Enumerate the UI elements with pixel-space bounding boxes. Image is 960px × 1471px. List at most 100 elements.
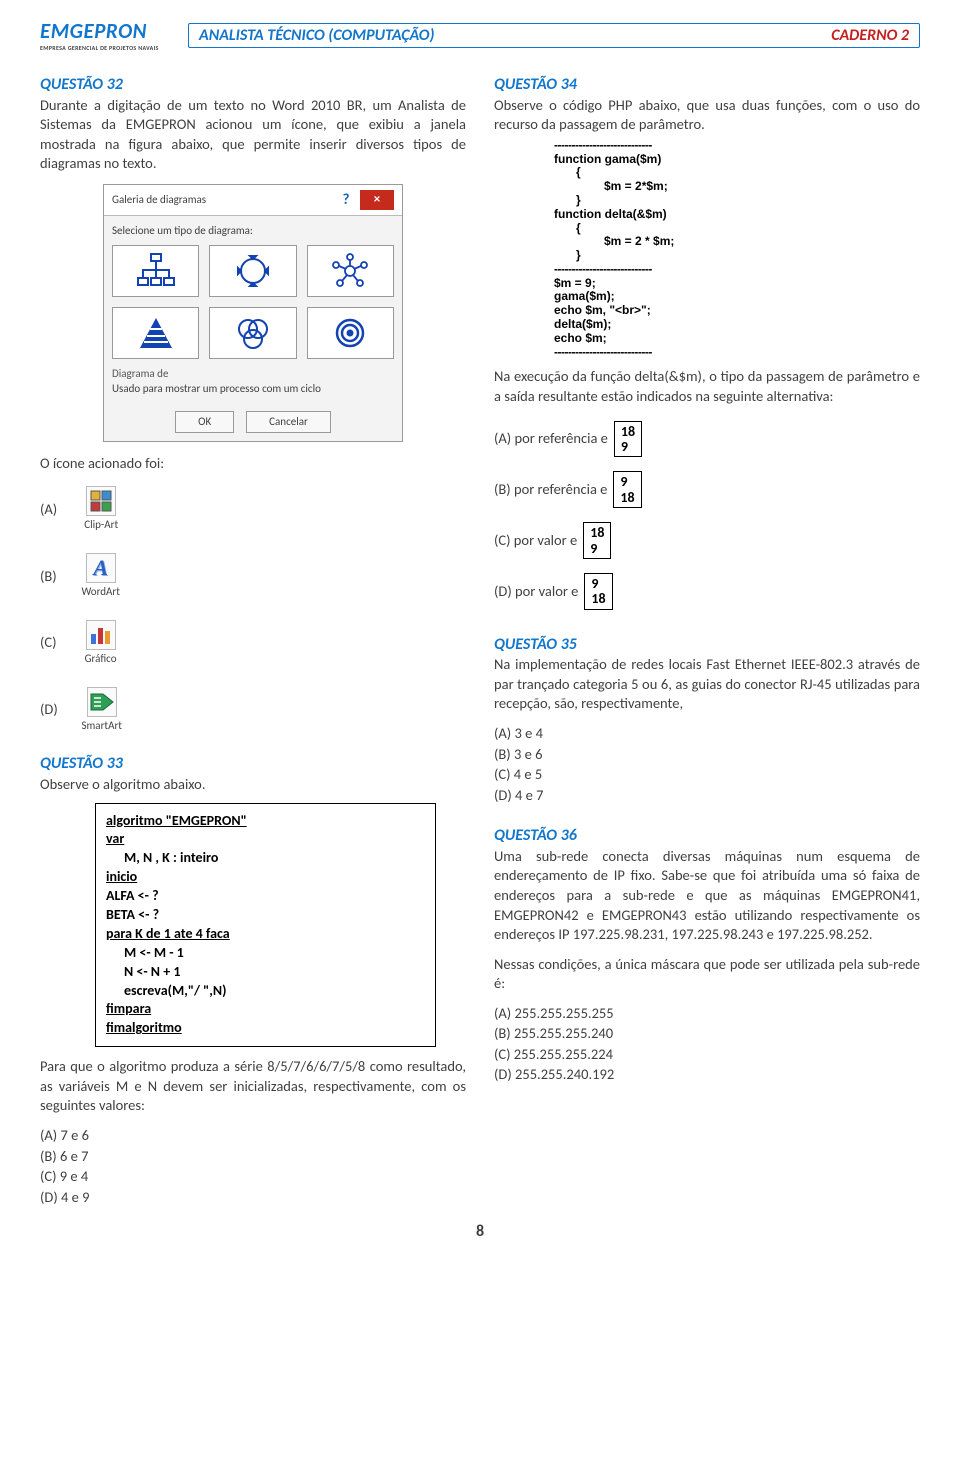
dialog-title: Galeria de diagramas <box>112 193 206 208</box>
q32-after: O ícone acionado foi: <box>40 454 466 474</box>
code-line: $m = 2 * $m; <box>554 235 920 249</box>
columns: QUESTÃO 32 Durante a digitação de um tex… <box>40 64 920 1208</box>
algo-line: ALFA <- ? <box>106 887 425 906</box>
algo-line: fimalgoritmo <box>106 1019 182 1036</box>
dialog-desc-text: Usado para mostrar um processo com um ci… <box>112 382 394 397</box>
q33-option-b: (B) 6 e 7 <box>40 1147 466 1167</box>
code-line: $m = 2*$m; <box>554 180 920 194</box>
q33-prompt: Observe o algoritmo abaixo. <box>40 775 466 795</box>
option-text: (C) por valor e <box>494 531 577 551</box>
code-line: echo $m; <box>554 332 920 346</box>
q35-option-a: (A) 3 e 4 <box>494 724 920 744</box>
chart-icon <box>86 620 116 650</box>
code-line: } <box>554 249 920 263</box>
q32-option-c: (C) Gráfico <box>40 620 466 667</box>
q32-prompt: Durante a digitação de um texto no Word … <box>40 96 466 174</box>
diagram-org-chart-icon[interactable] <box>112 245 199 297</box>
q36-title: QUESTÃO 36 <box>494 825 920 847</box>
diagram-venn-icon[interactable] <box>209 307 296 359</box>
diagram-grid <box>112 245 394 359</box>
exam-page: EMGEPRON EMPRESA GERENCIAL DE PROJETOS N… <box>0 0 960 1259</box>
logo-subtitle: EMPRESA GERENCIAL DE PROJETOS NAVAIS <box>40 44 180 52</box>
q36-option-c: (C) 255.255.255.224 <box>494 1045 920 1065</box>
q35-title: QUESTÃO 35 <box>494 634 920 656</box>
option-icon-label: WordArt <box>67 585 135 600</box>
option-icon-label: SmartArt <box>68 719 136 734</box>
code-line: { <box>554 222 920 236</box>
algo-line: M <- M - 1 <box>106 944 425 963</box>
algo-line: var <box>106 830 124 847</box>
page-header: EMGEPRON EMPRESA GERENCIAL DE PROJETOS N… <box>40 18 920 52</box>
dialog-desc-label: Diagrama de <box>112 367 394 382</box>
q34-option-c: (C) por valor e 189 <box>494 522 920 559</box>
q34-after: Na execução da função delta(&$m), o tipo… <box>494 367 920 406</box>
q36-options: (A) 255.255.255.255 (B) 255.255.255.240 … <box>494 1004 920 1085</box>
left-column: QUESTÃO 32 Durante a digitação de um tex… <box>40 64 466 1208</box>
option-text: (A) por referência e <box>494 429 608 449</box>
code-line: delta($m); <box>554 318 920 332</box>
booklet-label: CADERNO 2 <box>831 26 909 45</box>
result-box: 189 <box>614 421 642 458</box>
code-line: function gama($m) <box>554 153 920 167</box>
q36-option-d: (D) 255.255.240.192 <box>494 1065 920 1085</box>
result-box: 918 <box>584 573 612 610</box>
diagram-target-icon[interactable] <box>307 307 394 359</box>
q33-title: QUESTÃO 33 <box>40 753 466 775</box>
logo: EMGEPRON EMPRESA GERENCIAL DE PROJETOS N… <box>40 18 180 52</box>
algo-line: BETA <- ? <box>106 906 425 925</box>
help-icon[interactable]: ? <box>336 190 356 210</box>
code-line: function delta(&$m) <box>554 208 920 222</box>
option-letter: (D) <box>40 700 58 720</box>
q35-option-c: (C) 4 e 5 <box>494 765 920 785</box>
code-line: } <box>554 194 920 208</box>
algo-line: fimpara <box>106 1000 151 1017</box>
clipart-icon <box>86 486 116 516</box>
dialog-titlebar: Galeria de diagramas ? × <box>104 185 402 216</box>
wordart-icon: A <box>86 553 116 583</box>
q33-after: Para que o algoritmo produza a série 8/5… <box>40 1057 466 1116</box>
q33-algorithm: algoritmo "EMGEPRON" var M, N , K : inte… <box>95 803 436 1048</box>
code-dash: ---------------------------- <box>554 263 920 277</box>
q32-option-a: (A) Clip-Art <box>40 486 466 533</box>
diagram-radial-icon[interactable] <box>307 245 394 297</box>
logo-title: EMGEPRON <box>40 18 180 44</box>
result-box: 918 <box>613 471 641 508</box>
q32-title: QUESTÃO 32 <box>40 74 466 96</box>
code-dash: ---------------------------- <box>554 139 920 153</box>
q34-option-b: (B) por referência e 918 <box>494 471 920 508</box>
result-box: 189 <box>583 522 611 559</box>
option-letter: (B) <box>40 567 57 587</box>
q34-code: ---------------------------- function ga… <box>554 139 920 360</box>
option-icon-label: Clip-Art <box>67 518 135 533</box>
option-letter: (A) <box>40 500 57 520</box>
q36-after: Nessas condições, a única máscara que po… <box>494 955 920 994</box>
q34-prompt: Observe o código PHP abaixo, que usa dua… <box>494 96 920 135</box>
dialog-buttons: OK Cancelar <box>104 405 402 442</box>
cancel-button[interactable]: Cancelar <box>246 411 331 434</box>
algo-line: algoritmo "EMGEPRON" <box>106 812 247 829</box>
q35-options: (A) 3 e 4 (B) 3 e 6 (C) 4 e 5 (D) 4 e 7 <box>494 724 920 805</box>
close-icon[interactable]: × <box>360 190 394 210</box>
q33-option-d: (D) 4 e 9 <box>40 1188 466 1208</box>
q35-prompt: Na implementação de redes locais Fast Et… <box>494 655 920 714</box>
code-line: echo $m, "<br>"; <box>554 304 920 318</box>
dialog-select-label: Selecione um tipo de diagrama: <box>112 224 394 239</box>
q36-prompt: Uma sub-rede conecta diversas máquinas n… <box>494 847 920 945</box>
q33-option-a: (A) 7 e 6 <box>40 1126 466 1146</box>
algo-line: N <- N + 1 <box>106 963 425 982</box>
title-bar: ANALISTA TÉCNICO (COMPUTAÇÃO) CADERNO 2 <box>188 23 920 48</box>
diagram-gallery-dialog: Galeria de diagramas ? × Selecione um ti… <box>103 184 403 443</box>
diagram-pyramid-icon[interactable] <box>112 307 199 359</box>
dialog-body: Selecione um tipo de diagrama: <box>104 216 402 405</box>
code-line: { <box>554 166 920 180</box>
code-line: gama($m); <box>554 290 920 304</box>
algo-line: para K de 1 ate 4 faca <box>106 925 230 942</box>
algo-line: escreva(M,"/ ",N) <box>106 982 425 1001</box>
ok-button[interactable]: OK <box>175 411 234 434</box>
q32-option-d: (D) SmartArt <box>40 687 466 734</box>
option-text: (B) por referência e <box>494 480 607 500</box>
q33-options: (A) 7 e 6 (B) 6 e 7 (C) 9 e 4 (D) 4 e 9 <box>40 1126 466 1207</box>
q34-option-a: (A) por referência e 189 <box>494 421 920 458</box>
q36-option-b: (B) 255.255.255.240 <box>494 1024 920 1044</box>
diagram-cycle-icon[interactable] <box>209 245 296 297</box>
